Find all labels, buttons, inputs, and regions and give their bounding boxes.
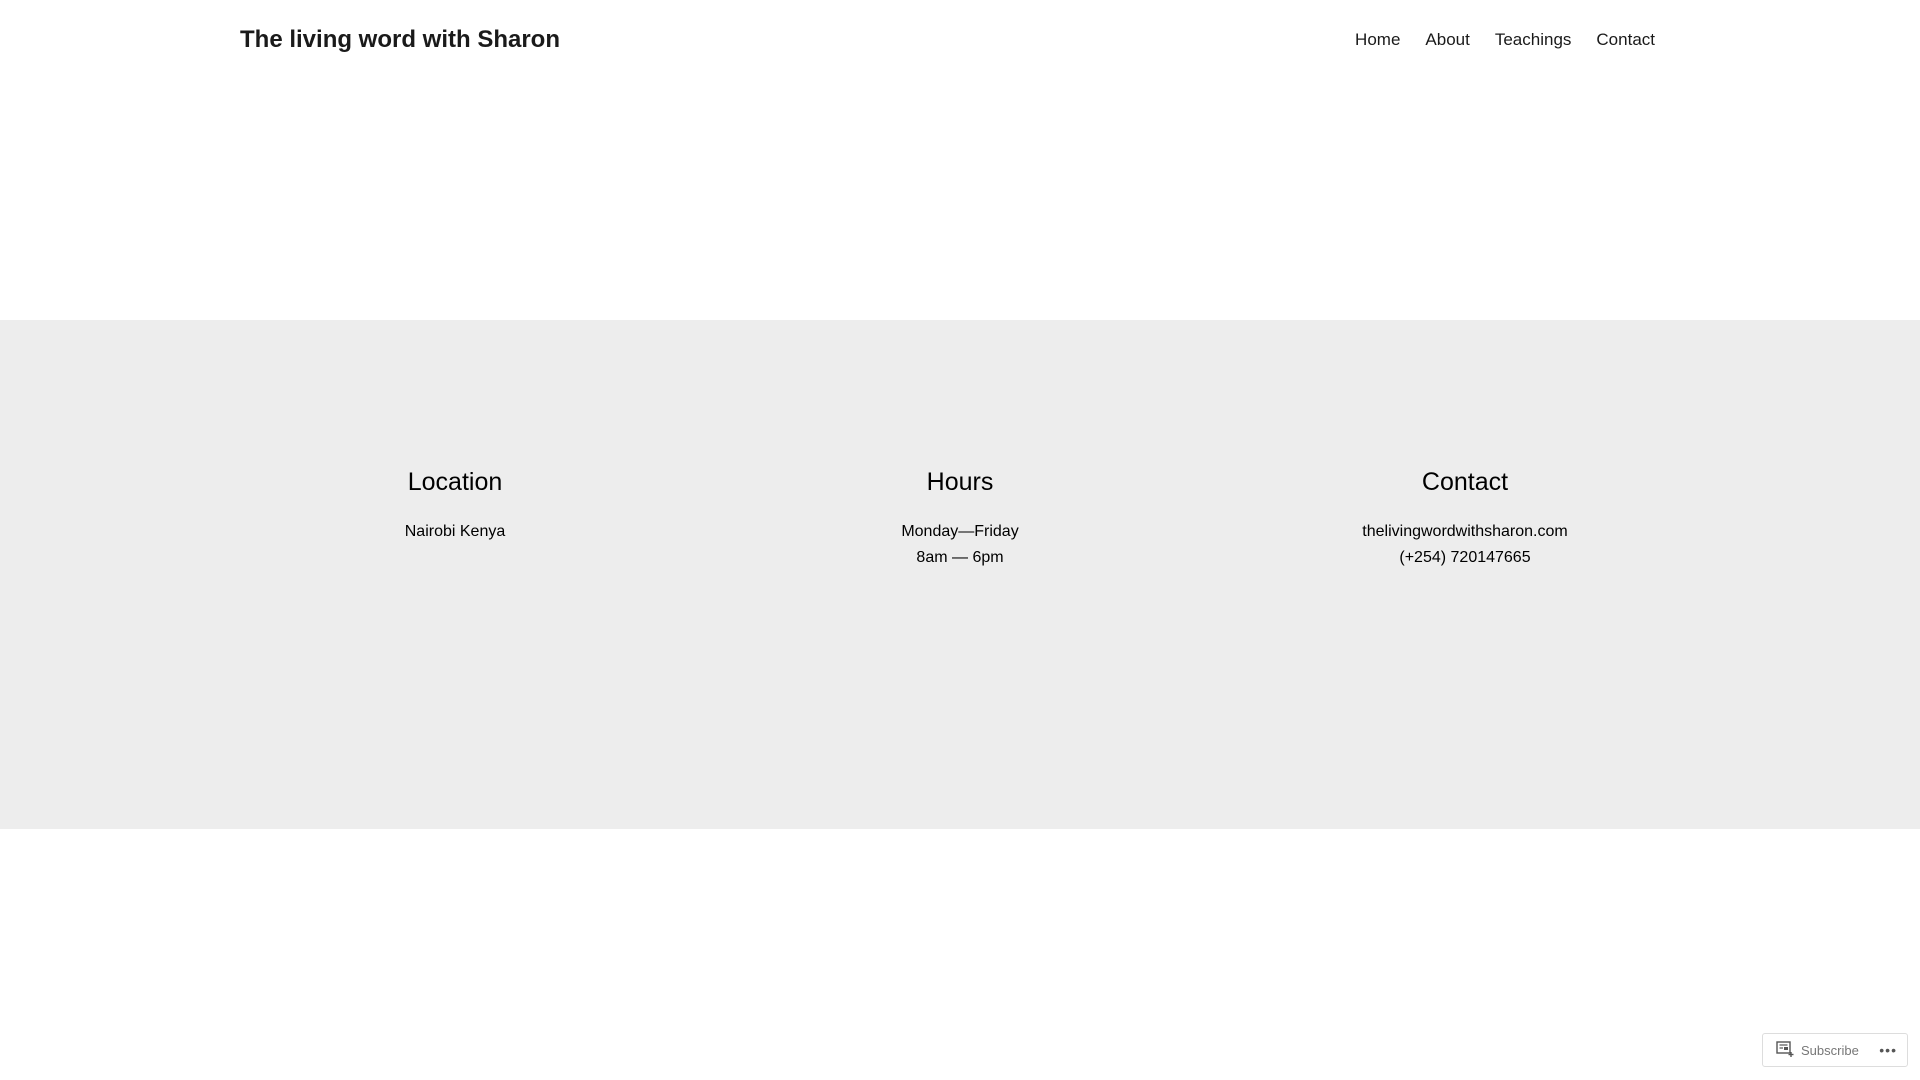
hours-days: Monday—Friday xyxy=(901,523,1019,540)
nav-home[interactable]: Home xyxy=(1355,30,1400,50)
nav-about[interactable]: About xyxy=(1425,30,1469,50)
main-nav: Home About Teachings Contact xyxy=(1355,30,1655,50)
subscribe-bar: Subscribe ••• xyxy=(1762,1033,1908,1067)
hours-heading: Hours xyxy=(926,468,994,496)
location-column: Location Nairobi Kenya xyxy=(205,468,705,545)
site-title[interactable]: The living word with Sharon xyxy=(240,26,560,54)
nav-contact[interactable]: Contact xyxy=(1596,30,1655,50)
hours-time: 8am — 6pm xyxy=(916,549,1004,566)
contact-website[interactable]: thelivingwordwithsharon.com xyxy=(1215,519,1715,545)
reader-subscribe-icon[interactable] xyxy=(1776,1040,1794,1060)
contact-heading: Contact xyxy=(1421,468,1509,496)
hours-column: Hours Monday—Friday 8am — 6pm xyxy=(710,468,1210,571)
contact-phone[interactable]: (+254) 720147665 xyxy=(1215,545,1715,571)
location-text: Nairobi Kenya xyxy=(404,523,506,540)
site-header: The living word with Sharon Home About T… xyxy=(240,0,1655,80)
info-section: Location Nairobi Kenya Hours Monday—Frid… xyxy=(0,320,1920,829)
nav-teachings[interactable]: Teachings xyxy=(1495,30,1572,50)
location-heading: Location xyxy=(407,468,503,496)
contact-column: Contact thelivingwordwithsharon.com (+25… xyxy=(1215,468,1715,571)
more-options-icon[interactable]: ••• xyxy=(1879,1042,1897,1058)
subscribe-button[interactable]: Subscribe xyxy=(1801,1043,1879,1058)
